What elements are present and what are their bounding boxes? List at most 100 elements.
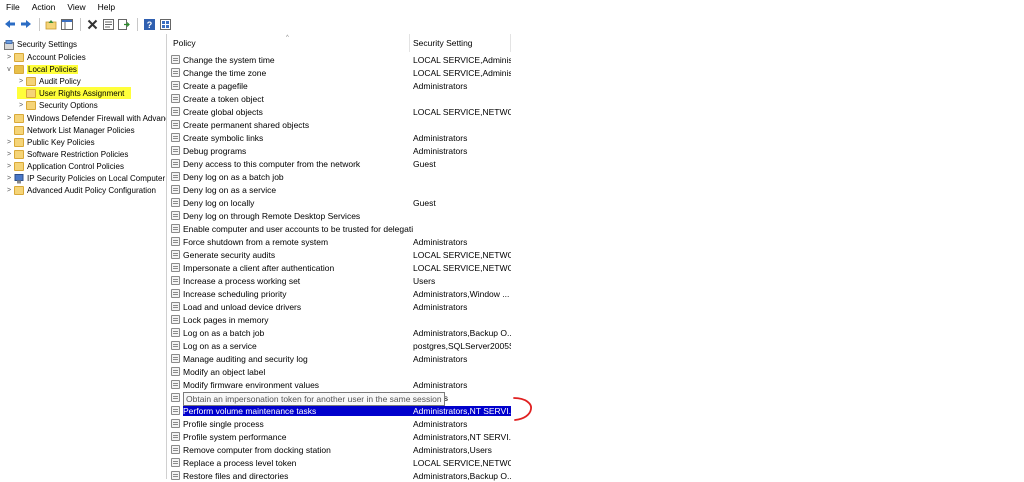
table-row[interactable]: Manage auditing and security log Administ…: [171, 352, 511, 365]
folder-icon: [14, 52, 24, 62]
policy-name: Force shutdown from a remote system: [183, 236, 329, 247]
table-row[interactable]: Create global objects LOCAL SERVICE,NETWO…: [171, 105, 511, 118]
chevron-right-icon[interactable]: >: [5, 184, 13, 196]
table-row[interactable]: Debug programs Administrators: [171, 144, 511, 157]
column-header-security-setting[interactable]: Security Setting: [413, 34, 473, 52]
tree-item-audit-policy[interactable]: > Audit Policy: [17, 75, 81, 87]
table-row[interactable]: Create symbolic links Administrators: [171, 131, 511, 144]
tree-item-windows-defender-firewall[interactable]: > Windows Defender Firewall with Advance…: [5, 112, 166, 124]
table-row[interactable]: Restore files and directories Administrat…: [171, 469, 511, 482]
view-icon[interactable]: [158, 17, 172, 31]
tree-item-user-rights-assignment[interactable]: User Rights Assignment: [17, 87, 131, 99]
tree-item-label: Advanced Audit Policy Configuration: [27, 185, 156, 195]
table-row[interactable]: Create a token object: [171, 92, 511, 105]
table-row[interactable]: Create permanent shared objects: [171, 118, 511, 131]
toolbar-separator: [137, 17, 138, 31]
table-row[interactable]: Replace a process level token LOCAL SERVI…: [171, 456, 511, 469]
policy-icon: [171, 68, 180, 77]
policy-name: Deny log on as a batch job: [183, 171, 284, 182]
tree-item-software-restriction[interactable]: > Software Restriction Policies: [5, 148, 128, 160]
column-divider[interactable]: [409, 34, 410, 52]
table-row[interactable]: Change the system time LOCAL SERVICE,Admi…: [171, 53, 511, 66]
tree-item-label: Audit Policy: [39, 76, 81, 86]
folder-lock-icon: [26, 76, 36, 86]
table-row[interactable]: Deny log on through Remote Desktop Servi…: [171, 209, 511, 222]
export-list-icon[interactable]: [117, 17, 131, 31]
policy-icon: [171, 172, 180, 181]
tree-item-network-list-manager[interactable]: Network List Manager Policies: [5, 124, 135, 136]
show-hide-tree-icon[interactable]: [60, 17, 74, 31]
tree-root[interactable]: Security Settings: [3, 38, 77, 50]
policy-icon: [171, 198, 180, 207]
forward-icon[interactable]: [19, 17, 33, 31]
policy-setting: LOCAL SERVICE,NETWOR...: [413, 457, 511, 468]
table-row[interactable]: Lock pages in memory: [171, 313, 511, 326]
chevron-down-icon[interactable]: v: [5, 63, 13, 75]
chevron-right-icon[interactable]: >: [5, 148, 13, 160]
table-row[interactable]: Enable computer and user accounts to be …: [171, 222, 511, 235]
delete-icon[interactable]: [85, 17, 99, 31]
tree-item-account-policies[interactable]: > Account Policies: [5, 51, 86, 63]
properties-icon[interactable]: [101, 17, 115, 31]
table-row[interactable]: Deny log on locally Guest: [171, 196, 511, 209]
tree-item-advanced-audit[interactable]: > Advanced Audit Policy Configuration: [5, 184, 156, 196]
tree-item-security-options[interactable]: > Security Options: [17, 99, 98, 111]
table-row[interactable]: Deny log on as a service: [171, 183, 511, 196]
chevron-right-icon[interactable]: >: [5, 136, 13, 148]
table-row[interactable]: Change the time zone LOCAL SERVICE,Admini…: [171, 66, 511, 79]
policy-setting: LOCAL SERVICE,NETWOR...: [413, 106, 511, 117]
tree-item-ip-security[interactable]: > IP Security Policies on Local Computer: [5, 172, 165, 184]
policy-setting: postgres,SQLServer2005S...: [413, 340, 511, 351]
tree-item-label: Application Control Policies: [27, 161, 124, 171]
help-icon[interactable]: ?: [142, 17, 156, 31]
column-header-policy[interactable]: Policy: [173, 34, 196, 52]
chevron-right-icon[interactable]: >: [17, 75, 25, 87]
table-row[interactable]: Modify an object label: [171, 365, 511, 378]
policy-icon: [171, 107, 180, 116]
table-row[interactable]: Modify firmware environment values Admini…: [171, 378, 511, 391]
table-row[interactable]: Generate security audits LOCAL SERVICE,NE…: [171, 248, 511, 261]
policy-setting: Administrators,NT SERVI...: [413, 431, 511, 442]
tree-item-public-key-policies[interactable]: > Public Key Policies: [5, 136, 95, 148]
table-row[interactable]: Increase scheduling priority Administrato…: [171, 287, 511, 300]
policy-name: Create permanent shared objects: [183, 119, 310, 130]
table-row[interactable]: Profile single process Administrators: [171, 417, 511, 430]
menu-file[interactable]: File: [0, 0, 26, 14]
menu-help[interactable]: Help: [92, 0, 121, 14]
table-row[interactable]: Impersonate a client after authenticatio…: [171, 261, 511, 274]
menu-action[interactable]: Action: [26, 0, 62, 14]
column-divider[interactable]: [510, 34, 511, 52]
table-row[interactable]: Increase a process working set Users: [171, 274, 511, 287]
policy-list: Policy ^ Security Setting Change the sys…: [169, 34, 1024, 482]
menu-bar: File Action View Help: [0, 0, 1024, 14]
table-row[interactable]: Profile system performance Administrators…: [171, 430, 511, 443]
back-icon[interactable]: [3, 17, 17, 31]
tree-item-local-policies[interactable]: v Local Policies: [5, 63, 78, 75]
chevron-right-icon[interactable]: >: [5, 160, 13, 172]
policy-icon: [171, 432, 180, 441]
table-row[interactable]: Load and unload device drivers Administra…: [171, 300, 511, 313]
up-folder-icon[interactable]: [44, 17, 58, 31]
policy-name: Modify an object label: [183, 366, 266, 377]
folder-icon: [14, 149, 24, 159]
policy-icon: [171, 289, 180, 298]
table-row[interactable]: Remove computer from docking station Admi…: [171, 443, 511, 456]
policy-name: Lock pages in memory: [183, 314, 269, 325]
chevron-right-icon[interactable]: >: [5, 51, 13, 63]
table-row[interactable]: Deny access to this computer from the ne…: [171, 157, 511, 170]
policy-name: Increase a process working set: [183, 275, 301, 286]
table-row[interactable]: Force shutdown from a remote system Admin…: [171, 235, 511, 248]
chevron-right-icon[interactable]: >: [5, 172, 13, 184]
chevron-right-icon[interactable]: >: [5, 112, 13, 124]
table-row[interactable]: Create a pagefile Administrators: [171, 79, 511, 92]
table-row[interactable]: Log on as a service postgres,SQLServer200…: [171, 339, 511, 352]
policy-name: Impersonate a client after authenticatio…: [183, 262, 335, 273]
tree-item-application-control[interactable]: > Application Control Policies: [5, 160, 124, 172]
tree-item-label: Security Options: [39, 100, 98, 110]
policy-name: Modify firmware environment values: [183, 379, 320, 390]
table-row[interactable]: Log on as a batch job Administrators,Back…: [171, 326, 511, 339]
folder-icon: [14, 137, 24, 147]
menu-view[interactable]: View: [61, 0, 91, 14]
table-row[interactable]: Deny log on as a batch job: [171, 170, 511, 183]
chevron-right-icon[interactable]: >: [17, 99, 25, 111]
